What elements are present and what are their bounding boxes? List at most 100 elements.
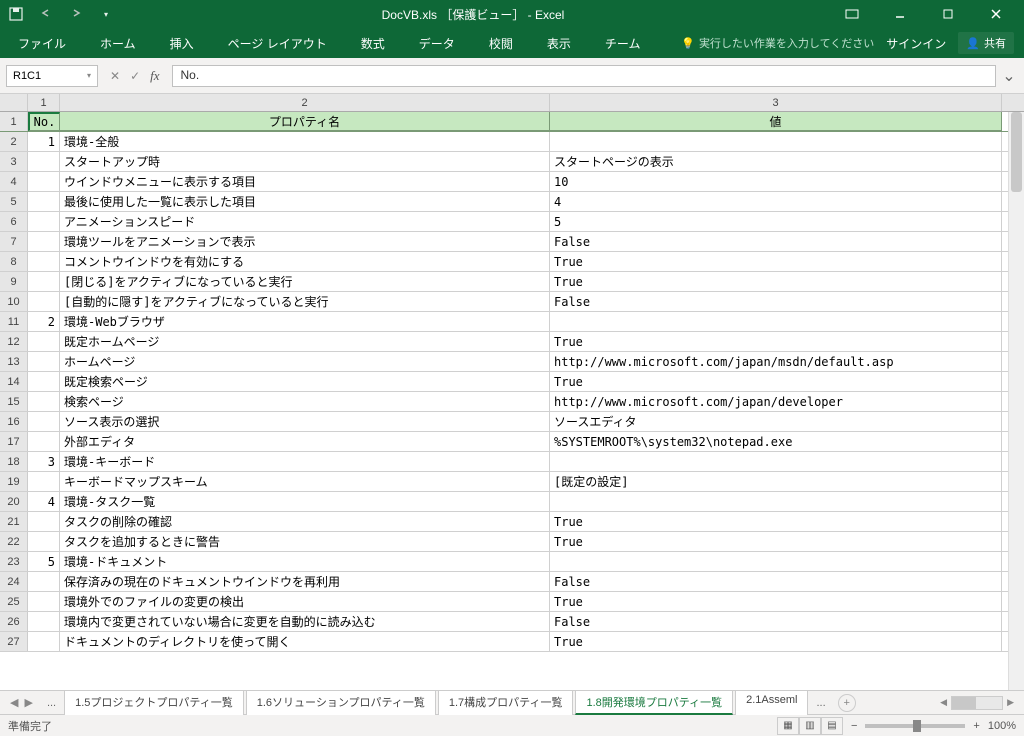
vertical-scrollbar[interactable] xyxy=(1008,112,1024,690)
cell-value[interactable]: True xyxy=(550,532,1002,551)
cell-value[interactable] xyxy=(550,492,1002,511)
cell-value[interactable] xyxy=(550,552,1002,571)
tab-file[interactable]: ファイル xyxy=(10,31,74,56)
prev-sheet-icon[interactable]: ◀ xyxy=(10,696,18,709)
cell-propname[interactable]: タスクを追加するときに警告 xyxy=(60,532,550,551)
col-header-3[interactable]: 3 xyxy=(550,94,1002,111)
cancel-formula-icon[interactable]: ✕ xyxy=(110,69,120,83)
cell-propname[interactable]: 環境-タスク一覧 xyxy=(60,492,550,511)
cell-value[interactable]: False xyxy=(550,572,1002,591)
expand-formula-icon[interactable]: ⌄ xyxy=(1000,66,1018,86)
minimize-icon[interactable] xyxy=(880,4,920,24)
cell-value[interactable] xyxy=(550,312,1002,331)
cell-no[interactable] xyxy=(28,612,60,631)
cell-no[interactable] xyxy=(28,152,60,171)
cell-value[interactable]: ソースエディタ xyxy=(550,412,1002,431)
row-header[interactable]: 27 xyxy=(0,632,28,651)
row-header[interactable]: 4 xyxy=(0,172,28,191)
row-header[interactable]: 13 xyxy=(0,352,28,371)
row-header[interactable]: 18 xyxy=(0,452,28,471)
tab-home[interactable]: ホーム xyxy=(92,31,144,56)
row-header[interactable]: 3 xyxy=(0,152,28,171)
cell-propname[interactable]: 保存済みの現在のドキュメントウインドウを再利用 xyxy=(60,572,550,591)
cell-no[interactable] xyxy=(28,332,60,351)
sheet-tab[interactable]: 1.5プロジェクトプロパティ一覧 xyxy=(64,690,244,715)
cell-propname[interactable]: 環境-全般 xyxy=(60,132,550,151)
tab-team[interactable]: チーム xyxy=(597,31,649,56)
cell-propname[interactable]: 最後に使用した一覧に表示した項目 xyxy=(60,192,550,211)
cell-propname[interactable]: ホームページ xyxy=(60,352,550,371)
maximize-icon[interactable] xyxy=(928,4,968,24)
worksheet-grid[interactable]: 1 2 3 1No.プロパティ名値21環境-全般3スタートアップ時スタートページ… xyxy=(0,94,1024,690)
cell-propname[interactable]: スタートアップ時 xyxy=(60,152,550,171)
tab-insert[interactable]: 挿入 xyxy=(162,31,202,56)
cell-value[interactable]: 4 xyxy=(550,192,1002,211)
tell-me-search[interactable]: 💡 実行したい作業を入力してください xyxy=(681,35,874,51)
cell-no[interactable] xyxy=(28,592,60,611)
save-icon[interactable] xyxy=(8,6,24,22)
cell-value[interactable]: False xyxy=(550,612,1002,631)
cell-value[interactable]: スタートページの表示 xyxy=(550,152,1002,171)
row-header[interactable]: 1 xyxy=(0,112,28,131)
cell-no[interactable] xyxy=(28,632,60,651)
tab-view[interactable]: 表示 xyxy=(539,31,579,56)
cell-no[interactable] xyxy=(28,292,60,311)
cell-propname[interactable]: 既定ホームページ xyxy=(60,332,550,351)
zoom-slider[interactable] xyxy=(865,724,965,728)
cell-propname[interactable]: 既定検索ページ xyxy=(60,372,550,391)
row-header[interactable]: 12 xyxy=(0,332,28,351)
cell-value[interactable] xyxy=(550,452,1002,471)
signin-link[interactable]: サインイン xyxy=(886,35,946,52)
row-header[interactable]: 17 xyxy=(0,432,28,451)
cell-propname[interactable]: [閉じる]をアクティブになっていると実行 xyxy=(60,272,550,291)
row-header[interactable]: 21 xyxy=(0,512,28,531)
sheet-overflow-right[interactable]: ... xyxy=(810,694,831,712)
hscroll-right-icon[interactable]: ▶ xyxy=(1007,697,1014,708)
row-header[interactable]: 6 xyxy=(0,212,28,231)
cell-value[interactable]: True xyxy=(550,372,1002,391)
cell-no[interactable] xyxy=(28,192,60,211)
page-layout-view-icon[interactable]: ▥ xyxy=(799,717,821,735)
tab-data[interactable]: データ xyxy=(411,31,463,56)
cell-no[interactable] xyxy=(28,572,60,591)
row-header[interactable]: 2 xyxy=(0,132,28,151)
row-header[interactable]: 23 xyxy=(0,552,28,571)
tab-formulas[interactable]: 数式 xyxy=(353,31,393,56)
row-header[interactable]: 5 xyxy=(0,192,28,211)
cell-no[interactable] xyxy=(28,232,60,251)
sheet-overflow-left[interactable]: ... xyxy=(41,694,62,712)
cell-no[interactable] xyxy=(28,412,60,431)
cell-propname[interactable]: 環境内で変更されていない場合に変更を自動的に読み込む xyxy=(60,612,550,631)
cell-propname[interactable]: 外部エディタ xyxy=(60,432,550,451)
tab-pagelayout[interactable]: ページ レイアウト xyxy=(220,31,335,56)
cell-no[interactable] xyxy=(28,532,60,551)
select-all-corner[interactable] xyxy=(0,94,28,111)
cell-value[interactable]: True xyxy=(550,632,1002,651)
cell-no[interactable]: 3 xyxy=(28,452,60,471)
qat-dropdown-icon[interactable]: ▾ xyxy=(98,6,114,22)
undo-icon[interactable] xyxy=(38,6,54,22)
cell-value[interactable]: http://www.microsoft.com/japan/msdn/defa… xyxy=(550,352,1002,371)
page-break-view-icon[interactable]: ▤ xyxy=(821,717,843,735)
fx-icon[interactable]: fx xyxy=(150,68,159,84)
row-header[interactable]: 26 xyxy=(0,612,28,631)
cell-no[interactable] xyxy=(28,172,60,191)
cell-value[interactable] xyxy=(550,132,1002,151)
cell-propname[interactable]: キーボードマップスキーム xyxy=(60,472,550,491)
row-header[interactable]: 10 xyxy=(0,292,28,311)
cell-no[interactable] xyxy=(28,392,60,411)
cell-value[interactable]: True xyxy=(550,332,1002,351)
cell-propname[interactable]: ウインドウメニューに表示する項目 xyxy=(60,172,550,191)
header-propname[interactable]: プロパティ名 xyxy=(60,112,550,131)
sheet-tab[interactable]: 1.8開発環境プロパティ一覧 xyxy=(575,690,733,715)
cell-value[interactable]: %SYSTEMROOT%\system32\notepad.exe xyxy=(550,432,1002,451)
cell-propname[interactable]: 環境-Webブラウザ xyxy=(60,312,550,331)
cell-propname[interactable]: 環境外でのファイルの変更の検出 xyxy=(60,592,550,611)
cell-value[interactable]: False xyxy=(550,292,1002,311)
enter-formula-icon[interactable]: ✓ xyxy=(130,69,140,83)
zoom-level[interactable]: 100% xyxy=(988,720,1016,732)
cell-value[interactable]: True xyxy=(550,252,1002,271)
redo-icon[interactable] xyxy=(68,6,84,22)
cell-no[interactable]: 1 xyxy=(28,132,60,151)
row-header[interactable]: 9 xyxy=(0,272,28,291)
